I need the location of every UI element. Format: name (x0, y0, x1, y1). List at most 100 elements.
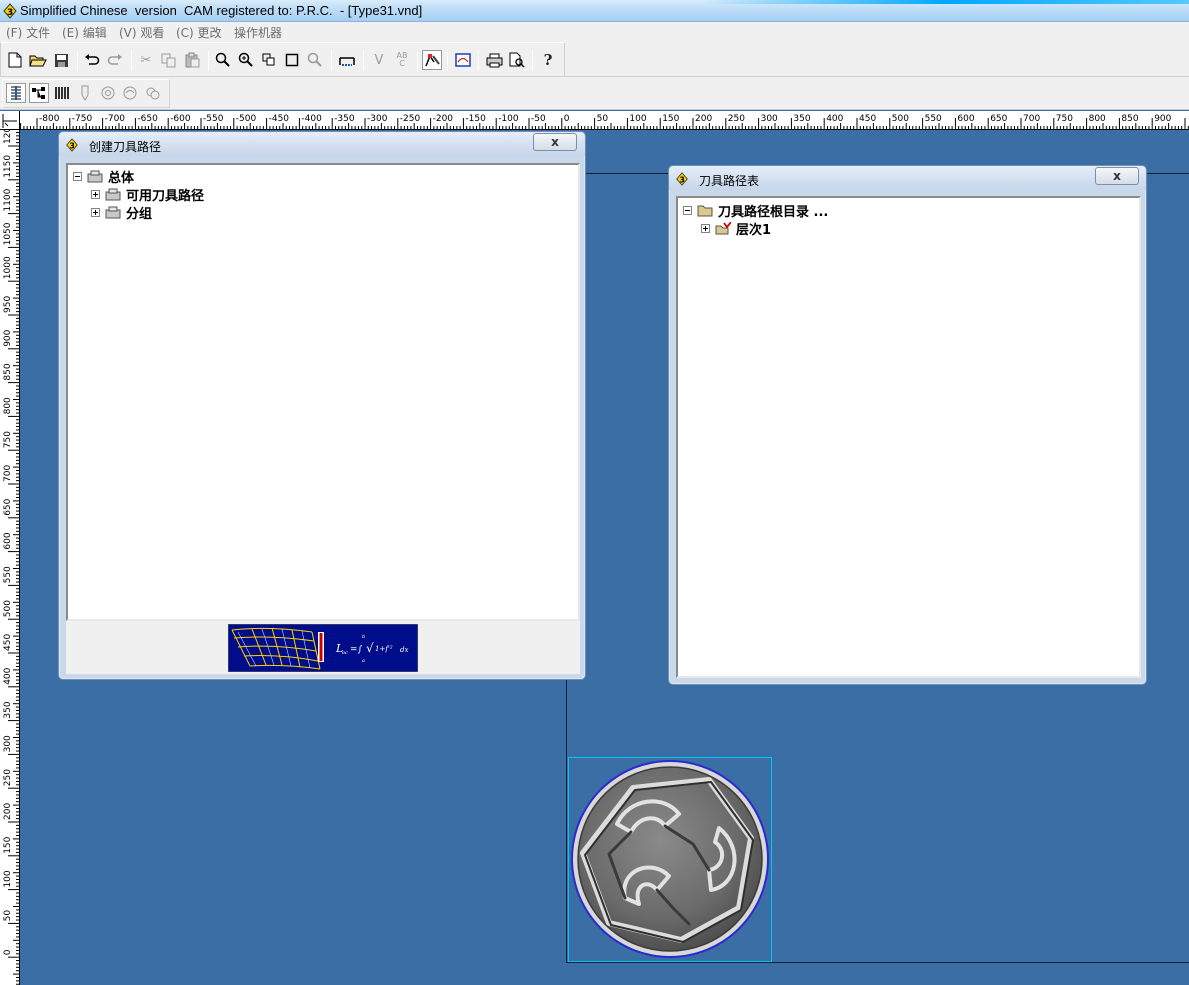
ruler-label: 800 (3, 397, 13, 414)
ruler-label: -250 (400, 114, 421, 124)
menu-modify[interactable]: (C) 更改 (176, 24, 222, 41)
expand-icon[interactable] (701, 223, 710, 233)
ruler-label: 1150 (3, 155, 13, 178)
toolbar-separator (363, 51, 364, 71)
menu-view[interactable]: (V) 观看 (119, 24, 164, 41)
simulate-2-icon[interactable] (120, 83, 140, 103)
menu-bar: (F) 文件 (E) 编辑 (V) 观看 (C) 更改 操作机器 (0, 22, 1189, 42)
toolpath-list-caption[interactable]: 3 刀具路径表 x (669, 166, 1146, 190)
ruler-label: 800 (1089, 114, 1106, 124)
ruler-label: 400 (3, 667, 13, 684)
save-icon[interactable] (51, 50, 71, 70)
tool-icon[interactable] (75, 83, 95, 103)
coin-relief-preview[interactable] (569, 758, 771, 961)
ruler-label: -750 (72, 114, 93, 124)
collapse-icon[interactable] (683, 205, 692, 215)
ruler-label: -350 (334, 114, 355, 124)
toolpath-list-window[interactable]: 3 刀具路径表 x 刀具路径根目录 ... 层次1 (668, 165, 1147, 685)
ruler-label: 700 (3, 465, 13, 482)
ruler-corner[interactable] (0, 111, 20, 130)
zoom-in-icon[interactable] (236, 50, 256, 70)
svg-text:dx: dx (400, 646, 408, 654)
close-button[interactable]: x (533, 133, 577, 151)
ruler-label: 600 (957, 114, 974, 124)
ruler-label: -550 (203, 114, 224, 124)
ruler-label: 250 (3, 769, 13, 786)
expand-icon[interactable] (91, 207, 100, 217)
app-logo-icon: 3 (66, 138, 78, 152)
node-edit-icon[interactable] (422, 50, 442, 70)
ruler-label: 850 (1121, 114, 1138, 124)
create-toolpath-tree[interactable]: 总体 可用刀具路径 分组 (66, 163, 580, 621)
undo-icon[interactable] (82, 50, 102, 70)
tool-library-icon[interactable] (52, 83, 72, 103)
title-bar: 3 Simplified Chinese version CAM registe… (0, 0, 1189, 22)
zoom-icon[interactable] (213, 50, 233, 70)
preview-icon[interactable] (453, 50, 473, 70)
menu-edit[interactable]: (E) 编辑 (62, 24, 107, 41)
expand-icon[interactable] (91, 189, 100, 199)
simulate-3-icon[interactable] (143, 83, 163, 103)
ruler-label: -650 (137, 114, 158, 124)
zoom-previous-icon[interactable] (305, 50, 325, 70)
tree-item-groups[interactable]: 分组 (91, 203, 152, 222)
toolbar-separator (208, 51, 209, 71)
ruler-label: 500 (3, 600, 13, 617)
toolpath-list-tree[interactable]: 刀具路径根目录 ... 层次1 (676, 196, 1141, 678)
toolbar-separator (417, 51, 418, 71)
zoom-fit-icon[interactable] (282, 50, 302, 70)
ruler-label: 850 (3, 363, 13, 380)
ruler-label: 400 (826, 114, 843, 124)
help-icon[interactable]: ? (538, 50, 558, 70)
ruler-label: 200 (3, 803, 13, 820)
svg-text:3: 3 (679, 176, 684, 185)
ruler-label: 250 (728, 114, 745, 124)
measure-icon[interactable] (337, 50, 357, 70)
abc-text-icon[interactable]: AB C (392, 50, 412, 70)
zoom-window-icon[interactable] (259, 50, 279, 70)
menu-machine[interactable]: 操作机器 (234, 24, 282, 41)
collapse-icon[interactable] (73, 171, 82, 181)
redo-icon[interactable] (105, 50, 125, 70)
close-button[interactable]: x (1095, 167, 1139, 185)
ruler-label: 900 (1154, 114, 1171, 124)
layer-stack-icon[interactable] (6, 83, 26, 103)
create-toolpath-caption[interactable]: 3 创建刀具路径 x (59, 132, 585, 156)
print-preview-icon[interactable] (507, 50, 527, 70)
selection-box[interactable] (568, 757, 772, 962)
app-logo-icon: 3 (3, 3, 17, 19)
toolbar-separator (131, 51, 132, 71)
folder-icon (105, 206, 121, 218)
ruler-label: 500 (892, 114, 909, 124)
ruler-vertical[interactable]: 1200 1150 1100 1050 1000 950 900 850 800 750 700 65… (0, 111, 20, 985)
folder-icon (697, 205, 713, 216)
cut-icon[interactable]: ✂ (136, 50, 156, 70)
create-toolpath-window[interactable]: 3 创建刀具路径 x 总体 可用刀具路径 分组 L ac =∫ b a √ 1+… (58, 131, 586, 680)
menu-file[interactable]: (F) 文件 (6, 24, 50, 41)
ruler-horizontal[interactable]: -800 -750 -700 -650 -600 -550 -500 -450 -400 -350… (0, 111, 1189, 130)
tree-item-available-toolpaths[interactable]: 可用刀具路径 (91, 185, 204, 204)
toolpath-tree-icon[interactable] (29, 83, 49, 103)
new-file-icon[interactable] (5, 50, 25, 70)
tree-item-toolpath-root[interactable]: 刀具路径根目录 ... (683, 201, 828, 220)
simulate-icon[interactable] (98, 83, 118, 103)
ruler-label: 350 (3, 701, 13, 718)
main-toolbar: ✂ V AB C ? (0, 42, 565, 77)
open-folder-icon[interactable] (28, 50, 48, 70)
formula-banner: L ac =∫ b a √ 1+f'² dx (228, 624, 418, 672)
ruler-label: 650 (3, 498, 13, 515)
print-icon[interactable] (484, 50, 504, 70)
ruler-label: -300 (367, 114, 388, 124)
ruler-label: 0 (3, 949, 13, 955)
svg-text:b: b (362, 634, 365, 640)
ruler-vertical-scale: 1200115011001050100095090085080075070065… (3, 121, 20, 985)
vector-text-icon[interactable]: V (369, 50, 389, 70)
tree-item-level-1[interactable]: 层次1 (701, 219, 771, 238)
ruler-label: 450 (3, 634, 13, 651)
toolbar-separator (532, 51, 533, 71)
ruler-label: -700 (105, 114, 126, 124)
copy-icon[interactable] (159, 50, 179, 70)
toolbar-separator (447, 51, 448, 71)
tree-item-general[interactable]: 总体 (73, 167, 134, 186)
paste-icon[interactable] (182, 50, 202, 70)
